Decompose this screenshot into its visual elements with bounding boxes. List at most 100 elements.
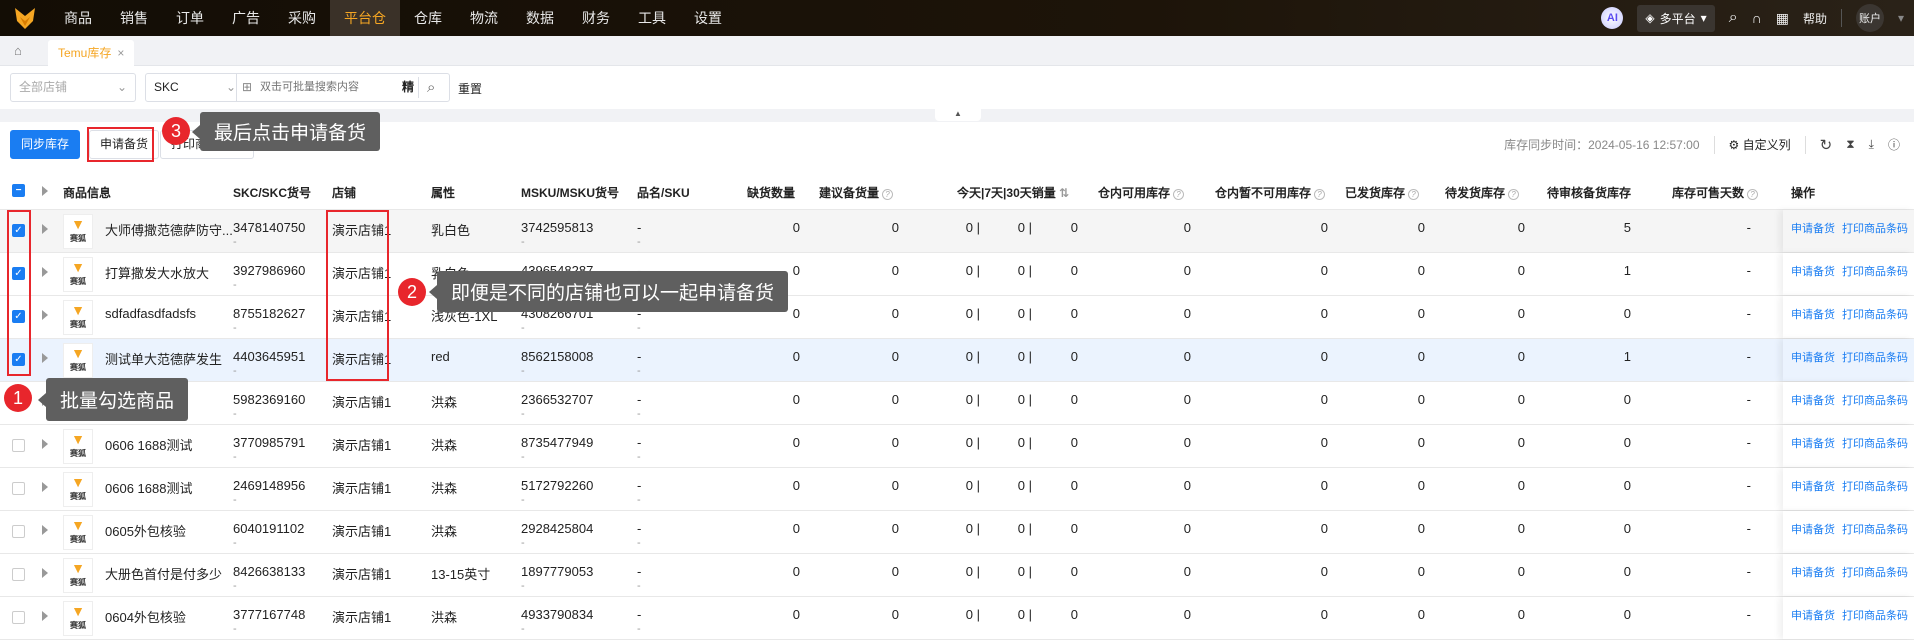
apply-stock-link[interactable]: 申请备货 bbox=[1791, 435, 1835, 451]
search-input[interactable] bbox=[260, 77, 400, 97]
nav-item[interactable]: 销售 bbox=[106, 0, 162, 36]
row-checkbox[interactable] bbox=[12, 482, 25, 495]
reset-button[interactable]: 重置 bbox=[458, 80, 482, 97]
apps-grid-icon[interactable]: ▦ bbox=[1776, 10, 1789, 27]
expand-row-icon[interactable] bbox=[42, 310, 48, 320]
col-pending[interactable]: 待发货库存? bbox=[1445, 184, 1520, 201]
expand-row-icon[interactable] bbox=[42, 611, 48, 621]
collapse-filter-button[interactable]: ▲ bbox=[935, 109, 981, 121]
product-name[interactable]: sdfadfasdfadsfs bbox=[105, 306, 196, 321]
field-select[interactable]: SKC bbox=[154, 80, 179, 94]
table-row[interactable]: ✓ ▼ 赛狐 测试单大范德萨发生 4403645951 演示店铺1 red 8562158… bbox=[0, 339, 1914, 382]
expand-row-icon[interactable] bbox=[42, 353, 48, 363]
custom-columns-button[interactable]: ⚙ 自定义列 bbox=[1729, 136, 1791, 153]
apply-stock-link[interactable]: 申请备货 bbox=[1791, 220, 1835, 236]
nav-item[interactable]: 物流 bbox=[456, 0, 512, 36]
print-barcode-link[interactable]: 打印商品条码 bbox=[1842, 478, 1908, 494]
nav-item[interactable]: 平台仓 bbox=[330, 0, 400, 36]
print-barcode-link[interactable]: 打印商品条码 bbox=[1842, 435, 1908, 451]
print-barcode-link[interactable]: 打印商品条码 bbox=[1842, 607, 1908, 623]
store-select[interactable]: 全部店铺 ⌄ bbox=[10, 73, 136, 102]
expand-row-icon[interactable] bbox=[42, 224, 48, 234]
refresh-icon[interactable]: ↻ bbox=[1820, 136, 1833, 154]
print-barcode-link[interactable]: 打印商品条码 bbox=[1842, 220, 1908, 236]
headset-icon[interactable]: ∩ bbox=[1752, 10, 1762, 26]
apply-stock-link[interactable]: 申请备货 bbox=[1791, 306, 1835, 322]
nav-item[interactable]: 财务 bbox=[568, 0, 624, 36]
exact-toggle[interactable]: 精 bbox=[402, 74, 414, 101]
print-barcode-link[interactable]: 打印商品条码 bbox=[1842, 521, 1908, 537]
expand-row-icon[interactable] bbox=[42, 482, 48, 492]
nav-item[interactable]: 数据 bbox=[512, 0, 568, 36]
product-name[interactable]: 大师傅撒范德萨防守... bbox=[105, 220, 233, 239]
apply-stock-link[interactable]: 申请备货 bbox=[1791, 392, 1835, 408]
print-barcode-link[interactable]: 打印商品条码 bbox=[1842, 392, 1908, 408]
platform-switcher[interactable]: ◈ 多平台 ▾ bbox=[1637, 4, 1715, 32]
table-row[interactable]: ▼ 赛狐 0605外包核验 6040191102 演示店铺1 洪森 2928425804-… bbox=[0, 511, 1914, 554]
row-checkbox[interactable] bbox=[12, 611, 25, 624]
product-name[interactable]: 0605外包核验 bbox=[105, 521, 186, 540]
print-barcode-link[interactable]: 打印商品条码 bbox=[1842, 306, 1908, 322]
apply-stock-link[interactable]: 申请备货 bbox=[1791, 564, 1835, 580]
home-icon[interactable]: ⌂ bbox=[14, 43, 22, 58]
help-icon[interactable]: ⓘ bbox=[1888, 136, 1900, 153]
table-row[interactable]: ✓ ▼赛狐 打算撒发大水放大3927986960演示店铺1乳白色43965482… bbox=[0, 253, 1914, 296]
search-icon[interactable]: ⌕ bbox=[1729, 9, 1738, 27]
tab-temu-inventory[interactable]: Temu库存 × bbox=[48, 40, 135, 66]
col-shortage[interactable]: 缺货数量 bbox=[747, 184, 795, 201]
expand-row-icon[interactable] bbox=[42, 439, 48, 449]
table-row[interactable]: ▼ 赛狐 0606 1688测试 2469148956 演示店铺1 洪森 51727922… bbox=[0, 468, 1914, 511]
apply-stock-link[interactable]: 申请备货 bbox=[1791, 607, 1835, 623]
table-row[interactable]: ▼ 赛狐 0606 1688测试 3770985791 演示店铺1 洪森 87354779… bbox=[0, 425, 1914, 468]
fox-logo-icon[interactable] bbox=[0, 0, 50, 36]
col-sales[interactable]: 今天|7天|30天销量 ⇅ bbox=[957, 184, 1069, 201]
col-unavailable[interactable]: 仓内暂不可用库存? bbox=[1215, 184, 1326, 201]
col-review[interactable]: 待审核备货库存 bbox=[1547, 184, 1631, 201]
product-name[interactable]: 0606 1688测试 bbox=[105, 435, 192, 454]
table-row[interactable]: ✓ ▼ 赛狐 sdfadfasdfadsfs 8755182627 演示店铺1 浅灰色-… bbox=[0, 296, 1914, 339]
nav-item[interactable]: 工具 bbox=[624, 0, 680, 36]
nav-item[interactable]: 订单 bbox=[162, 0, 218, 36]
product-name[interactable]: 0606 1688测试 bbox=[105, 478, 192, 497]
nav-item[interactable]: 广告 bbox=[218, 0, 274, 36]
ai-assistant-button[interactable]: AI bbox=[1601, 7, 1624, 29]
table-row[interactable]: ✓ ▼ 赛狐 大师傅撒范德萨防守... 3478140750 演示店铺1 乳白色 3742… bbox=[0, 210, 1914, 253]
help-link[interactable]: 帮助 bbox=[1803, 10, 1827, 27]
expand-row-icon[interactable] bbox=[42, 267, 48, 277]
search-icon[interactable]: ⌕ bbox=[427, 74, 435, 101]
table-row[interactable]: ▼ 赛狐 大册色首付是付多少 8426638133 演示店铺1 13-15英寸 18977… bbox=[0, 554, 1914, 597]
expand-all-icon[interactable] bbox=[42, 186, 48, 196]
nav-item[interactable]: 采购 bbox=[274, 0, 330, 36]
table-row[interactable]: ▼ 赛狐 0604外包核验 3777167748 演示店铺1 洪森 4933790834-… bbox=[0, 597, 1914, 640]
product-name[interactable]: 0604外包核验 bbox=[105, 607, 186, 626]
nav-item[interactable]: 商品 bbox=[50, 0, 106, 36]
download-icon[interactable]: ⤓ bbox=[1869, 137, 1874, 152]
col-available[interactable]: 仓内可用库存? bbox=[1098, 184, 1185, 201]
print-barcode-link[interactable]: 打印商品条码 bbox=[1842, 349, 1908, 365]
nav-item[interactable]: 设置 bbox=[680, 0, 736, 36]
print-barcode-link[interactable]: 打印商品条码 bbox=[1842, 564, 1908, 580]
product-name[interactable]: 测试单大范德萨发生 bbox=[105, 349, 222, 368]
col-shipped[interactable]: 已发货库存? bbox=[1345, 184, 1420, 201]
close-icon[interactable]: × bbox=[117, 46, 124, 60]
col-suggest[interactable]: 建议备货量? bbox=[819, 184, 894, 201]
row-checkbox[interactable] bbox=[12, 568, 25, 581]
expand-row-icon[interactable] bbox=[42, 525, 48, 535]
apply-stock-link[interactable]: 申请备货 bbox=[1791, 478, 1835, 494]
row-checkbox[interactable] bbox=[12, 525, 25, 538]
hourglass-icon[interactable]: ⧗ bbox=[1846, 137, 1854, 152]
select-all-checkbox[interactable]: − bbox=[12, 184, 25, 197]
apply-stock-link[interactable]: 申请备货 bbox=[1791, 349, 1835, 365]
product-name[interactable]: 大册色首付是付多少 bbox=[105, 564, 222, 583]
expand-row-icon[interactable] bbox=[42, 568, 48, 578]
nav-item[interactable]: 仓库 bbox=[400, 0, 456, 36]
row-checkbox[interactable] bbox=[12, 439, 25, 452]
table-row[interactable]: ▼赛狐 测试5982369160演示店铺1洪森2366532707- - - -… bbox=[0, 382, 1914, 425]
apply-stock-link[interactable]: 申请备货 bbox=[1791, 263, 1835, 279]
print-barcode-link[interactable]: 打印商品条码 bbox=[1842, 263, 1908, 279]
account-avatar[interactable]: 账户 bbox=[1855, 4, 1884, 32]
caret-down-icon[interactable]: ▾ bbox=[1898, 11, 1904, 25]
apply-stock-link[interactable]: 申请备货 bbox=[1791, 521, 1835, 537]
product-name[interactable]: 打算撒发大水放大 bbox=[105, 263, 209, 282]
batch-grid-icon[interactable]: ⊞ bbox=[242, 74, 252, 101]
